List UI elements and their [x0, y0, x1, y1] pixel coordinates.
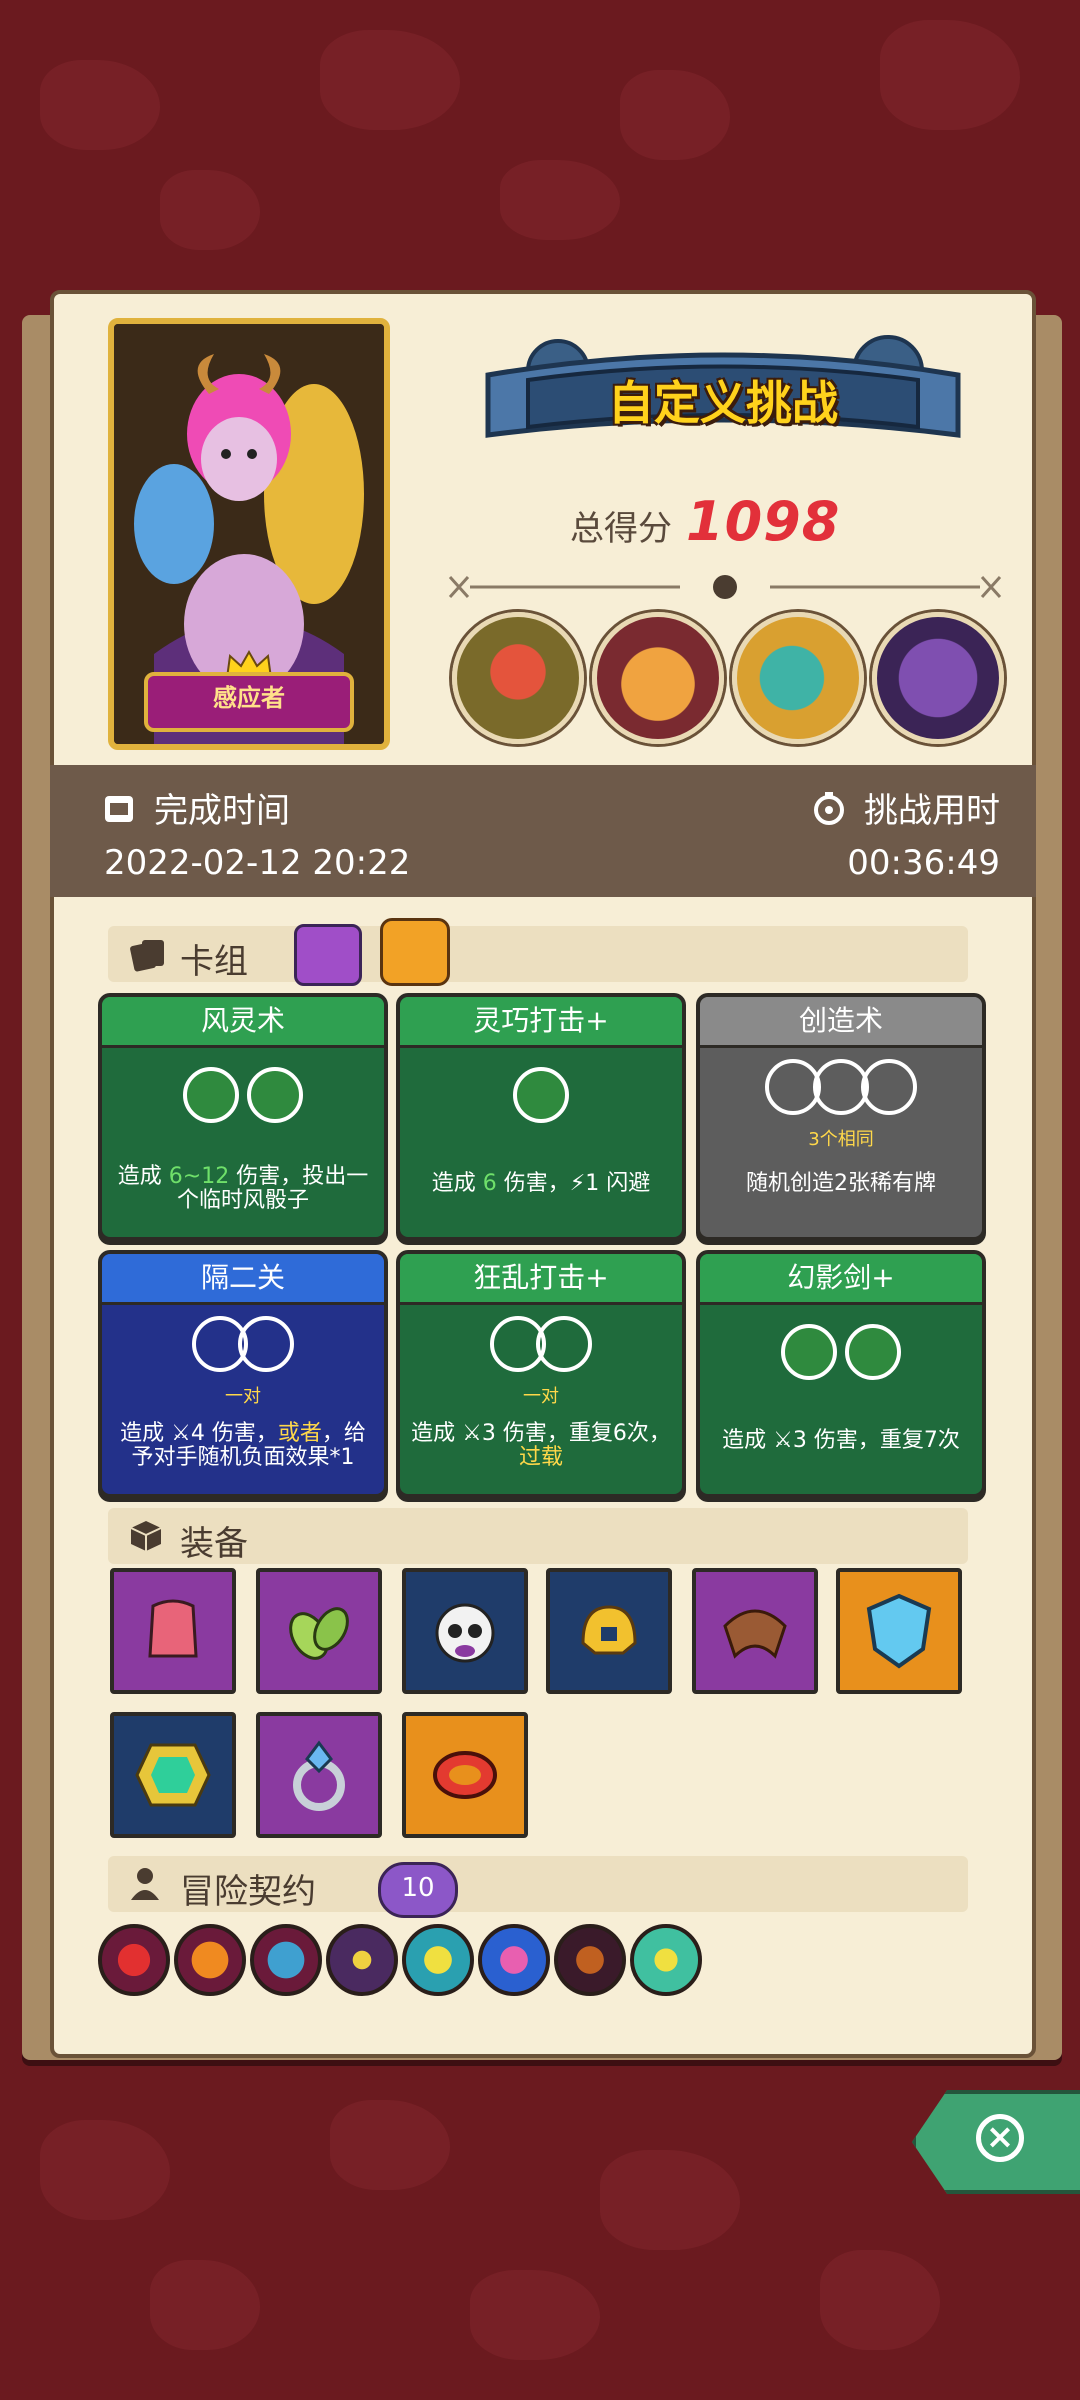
card-condition: 3个相同 [808, 1129, 874, 1150]
score-value: 1098 [686, 490, 841, 553]
contract-vortex-icon[interactable] [478, 1924, 550, 1996]
diamond-ring-icon[interactable] [256, 1712, 382, 1838]
dice-slots [700, 1059, 982, 1115]
card-title: 狂乱打击+ [400, 1254, 682, 1305]
finish-time-label: 完成时间 [102, 783, 290, 832]
card-5[interactable]: 狂乱打击+ 一对 造成 ⚔3 伤害，重复6次，过载 [396, 1250, 686, 1498]
card-description: 随机创造2张稀有牌 [746, 1171, 936, 1196]
card-condition: 一对 [225, 1386, 261, 1407]
banner-title: 自定义挑战 [608, 376, 838, 430]
card-title: 幻影剑+ [700, 1254, 982, 1305]
card-3[interactable]: 创造术 3个相同 随机创造2张稀有牌 [696, 993, 986, 1241]
dice-slots [700, 1324, 982, 1380]
duration-label: 挑战用时 [812, 783, 1000, 832]
boss-eye-icon[interactable] [452, 612, 584, 744]
stopwatch-icon [814, 791, 844, 825]
contract-title: 冒险契约 [180, 1872, 316, 1912]
dice-slots [102, 1316, 384, 1372]
equipment-section-header: 装备 [108, 1508, 968, 1564]
cards-icon [130, 940, 164, 972]
card-2[interactable]: 灵巧打击+ 造成 6 伤害，⚡1 闪避 [396, 993, 686, 1241]
card-1[interactable]: 风灵术 造成 6~12 伤害，投出一个临时风骰子 [98, 993, 388, 1241]
card-description: 造成 ⚔3 伤害，重复7次 [722, 1428, 960, 1453]
equipment-title: 装备 [180, 1524, 248, 1564]
red-ring-icon[interactable] [402, 1712, 528, 1838]
duration-value: 00:36:49 [847, 843, 1000, 883]
card-6[interactable]: 幻影剑+ 造成 ⚔3 伤害，重复7次 [696, 1250, 986, 1498]
total-score: 总得分 1098 [570, 490, 840, 553]
score-label: 总得分 [570, 509, 672, 549]
emerald-icon[interactable] [110, 1712, 236, 1838]
pink-cloak-icon[interactable] [110, 1568, 236, 1694]
contract-dark-icon[interactable] [326, 1924, 398, 1996]
challenge-banner: 自定义挑战 [468, 335, 978, 463]
finish-time-value: 2022-02-12 20:22 [104, 843, 411, 883]
boss-bird-icon[interactable] [732, 612, 864, 744]
contract-fire-icon[interactable] [174, 1924, 246, 1996]
boss-divider [448, 575, 1002, 599]
leaf-icon[interactable] [256, 1568, 382, 1694]
close-icon: × [976, 2114, 1024, 2162]
card-4[interactable]: 隔二关 一对 造成 ⚔4 伤害，或者，给予对手随机负面效果*1 [98, 1250, 388, 1498]
skull-mask-icon[interactable] [402, 1568, 528, 1694]
card-description: 造成 ⚔3 伤害，重复6次，过载 [411, 1421, 671, 1470]
card-title: 风灵术 [102, 997, 384, 1048]
dice-slots [400, 1067, 682, 1123]
card-condition: 一对 [523, 1386, 559, 1407]
boss-pig-icon[interactable] [592, 612, 724, 744]
deck-section-header: 卡组 [108, 918, 968, 986]
contract-level-badge[interactable]: 10 [378, 1862, 458, 1918]
contract-storm-icon[interactable] [402, 1924, 474, 1996]
calendar-icon [105, 795, 133, 822]
dice-slots [102, 1067, 384, 1123]
card-description: 造成 6 伤害，⚡1 闪避 [431, 1171, 651, 1196]
stats-bar: 完成时间 2022-02-12 20:22 挑战用时 00:36:49 [50, 765, 1036, 897]
purple-filter-icon[interactable] [294, 924, 362, 986]
close-button[interactable]: × [912, 2090, 1080, 2194]
blue-shield-icon[interactable] [836, 1568, 962, 1694]
dice-slots [400, 1316, 682, 1372]
contract-mushroom-icon[interactable] [250, 1924, 322, 1996]
contract-pipe-icon[interactable] [554, 1924, 626, 1996]
deck-title: 卡组 [180, 942, 248, 982]
card-title: 创造术 [700, 997, 982, 1048]
card-description: 造成 ⚔4 伤害，或者，给予对手随机负面效果*1 [120, 1421, 366, 1470]
contract-rune-icon[interactable] [98, 1924, 170, 1996]
person-icon [131, 1868, 159, 1900]
card-title: 隔二关 [102, 1254, 384, 1305]
hero-card[interactable]: 感应者 [108, 318, 390, 750]
contract-section-header: 冒险契约 [108, 1856, 968, 1912]
box-icon [130, 1521, 162, 1551]
card-title: 灵巧打击+ [400, 997, 682, 1048]
contract-eye-icon[interactable] [630, 1924, 702, 1996]
card-description: 造成 6~12 伤害，投出一个临时风骰子 [117, 1164, 369, 1213]
contract-list [98, 1924, 702, 1996]
boss-dragon-icon[interactable] [872, 612, 1004, 744]
golden-helmet-icon[interactable] [546, 1568, 672, 1694]
hero-name: 感应者 [144, 672, 354, 732]
spiral-filter-icon[interactable] [380, 918, 450, 986]
leather-bracer-icon[interactable] [692, 1568, 818, 1694]
boss-list [452, 612, 1004, 744]
